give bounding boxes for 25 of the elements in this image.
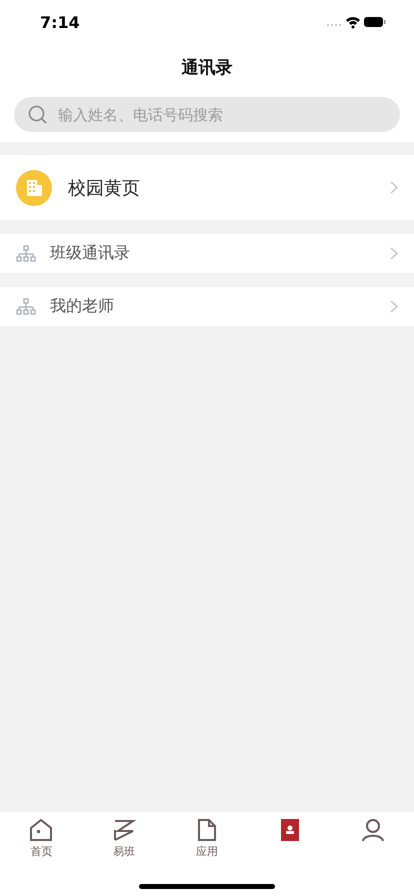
search-field[interactable]: 输入姓名、电话号码搜索 [56,104,386,124]
item-label: 我的老师 [50,296,115,317]
search-icon [28,104,48,124]
tab-item[interactable]: 易班 [82,812,166,862]
org-chart-icon [16,298,36,316]
building-icon [16,170,52,206]
item-label: 班级通讯录 [50,243,131,264]
contacts-book-icon [280,818,300,842]
contact-list-item[interactable]: 校园黄页 [0,155,414,220]
tab-item[interactable]: 首页 [0,812,83,862]
search-bar[interactable]: 输入姓名、电话号码搜索 [14,97,400,132]
document-icon [196,818,218,842]
status-icons [326,15,386,29]
chevron-right-icon [390,181,398,194]
status-time: 7:14 [40,12,80,32]
contact-list-item[interactable]: 班级通讯录 [0,234,414,273]
home-icon [28,818,54,842]
page-title: 通讯录 [182,56,232,78]
tab-item[interactable]: 应用 [166,812,248,862]
item-label: 校园黄页 [68,176,141,200]
chevron-right-icon [390,247,398,260]
org-chart-icon [16,244,36,262]
chevron-right-icon [390,300,398,313]
contact-list-item[interactable]: 我的老师 [0,287,414,326]
person-icon [360,818,385,842]
